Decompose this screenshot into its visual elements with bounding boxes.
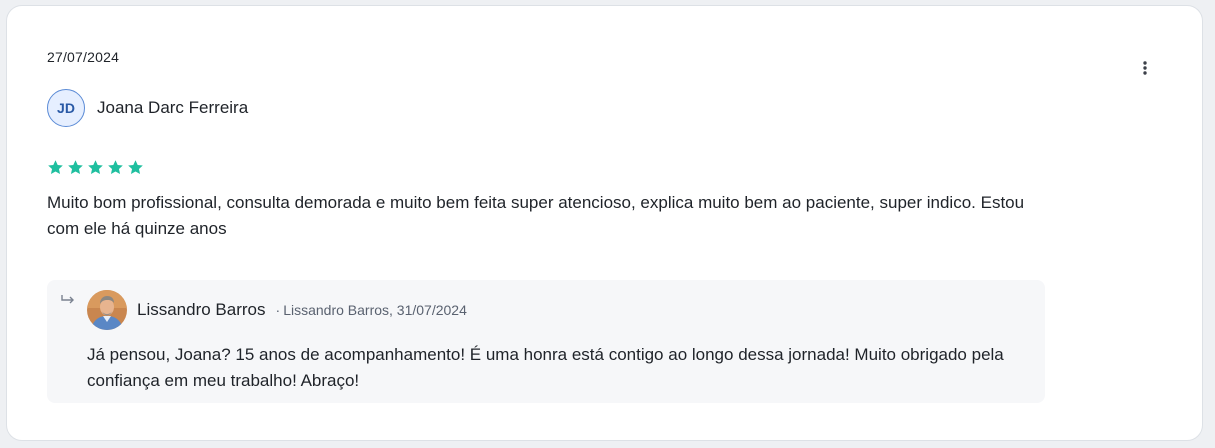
author-name: Joana Darc Ferreira xyxy=(97,98,249,117)
reply-author-name: Lissandro Barros xyxy=(137,300,266,319)
star-icon xyxy=(88,160,103,175)
star-icon xyxy=(48,160,63,175)
star-icon xyxy=(108,160,123,175)
star-icon xyxy=(68,160,83,175)
more-vertical-icon xyxy=(1143,61,1147,75)
review-card: 27/07/2024 JD Joana Darc Ferreira Muito … xyxy=(6,5,1203,441)
reply-text: Já pensou, Joana? 15 anos de acompanhame… xyxy=(87,345,1004,390)
author-avatar: JD xyxy=(47,89,85,127)
review-date: 27/07/2024 xyxy=(47,49,120,65)
meta-separator: · xyxy=(275,302,281,318)
more-options-button[interactable] xyxy=(1131,54,1159,82)
reply-arrow-icon xyxy=(61,295,74,304)
review-author: JD Joana Darc Ferreira xyxy=(47,89,248,127)
review-text: Muito bom profissional, consulta demorad… xyxy=(47,193,1025,238)
reply-author-avatar xyxy=(87,290,127,330)
reply-meta: · Lissandro Barros, 31/07/2024 xyxy=(276,302,467,318)
star-icon xyxy=(128,160,143,175)
star-rating xyxy=(47,159,144,176)
reply-box: Lissandro Barros · Lissandro Barros, 31/0… xyxy=(47,280,1045,403)
reply-header: Lissandro Barros · Lissandro Barros, 31/0… xyxy=(87,290,467,330)
reply-meta-text: Lissandro Barros, 31/07/2024 xyxy=(283,302,467,318)
